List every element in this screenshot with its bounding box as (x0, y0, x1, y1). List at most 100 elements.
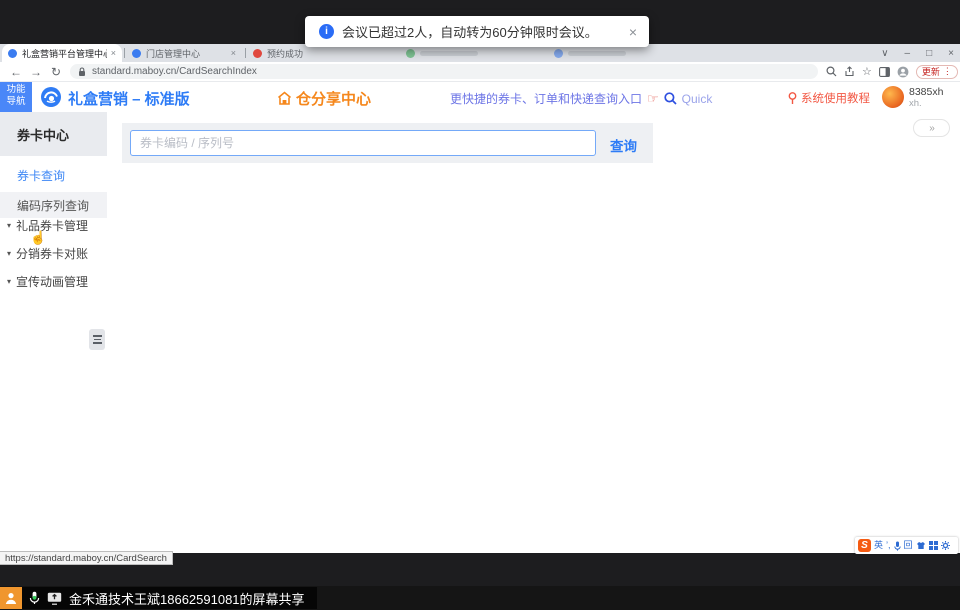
nav-toggle-line1: 功能 (0, 84, 32, 96)
chevron-down-icon[interactable]: ∨ (881, 48, 888, 59)
side-panel-icon[interactable] (879, 67, 890, 77)
main-content: 查询 » (107, 112, 960, 553)
site-favicon (8, 49, 17, 58)
mouse-hand-cursor: ☝ (30, 230, 46, 246)
quick-search-icon (664, 92, 677, 105)
tab-label: 预约成功 (267, 47, 347, 60)
link-status-tooltip: https://standard.maboy.cn/CardSearch (0, 551, 173, 565)
share-center-label: 仓分享中心 (296, 88, 371, 109)
address-bar[interactable]: standard.maboy.cn/CardSearchIndex (70, 64, 818, 79)
tutorial-link[interactable]: 系统使用教程 (788, 90, 870, 106)
sidebar-group-label: 礼品券卡管理 (16, 217, 88, 234)
chrome-update-chip[interactable]: 更新 ⋮ (916, 65, 958, 79)
browser-toolbar: ← → ↻ standard.maboy.cn/CardSearchIndex (0, 62, 960, 82)
toast-message: 会议已超过2人，自动转为60分钟限时会议。 (342, 22, 627, 41)
update-label: 更新 (922, 65, 940, 78)
tab-close-icon[interactable]: × (111, 48, 116, 58)
sidebar-group-gift-card-mgmt[interactable]: ▾ 礼品券卡管理 (0, 214, 107, 236)
function-nav-toggle[interactable]: 功能 导航 (0, 82, 32, 112)
toast-close-icon[interactable]: × (627, 24, 639, 40)
workspace: 券卡中心 券卡查询 编码序列查询 ▾ 礼品券卡管理 ▾ 分销券卡对账 ▾ (0, 112, 960, 553)
meeting-toast: i 会议已超过2人，自动转为60分钟限时会议。 × (305, 16, 649, 47)
tab-close-icon[interactable]: × (231, 48, 236, 58)
tab-label-obscured (420, 51, 478, 56)
tab-store-admin[interactable]: 门店管理中心 × (126, 44, 242, 62)
site-favicon (253, 49, 262, 58)
url-text: standard.maboy.cn/CardSearchIndex (92, 66, 257, 77)
back-icon[interactable]: ← (6, 65, 26, 79)
share-icon[interactable] (844, 66, 855, 77)
site-favicon (406, 49, 415, 58)
sidebar: 券卡中心 券卡查询 编码序列查询 ▾ 礼品券卡管理 ▾ 分销券卡对账 ▾ (0, 112, 107, 553)
lock-icon (78, 67, 86, 77)
search-panel: 查询 (122, 123, 653, 163)
restore-button[interactable]: □ (926, 48, 932, 59)
card-search-input[interactable] (130, 130, 596, 156)
screen-share-bar: 金禾通技术王斌18662591081的屏幕共享 (0, 587, 317, 609)
sidebar-item-label: 编码序列查询 (17, 197, 89, 214)
browser-window: 礼盒营销平台管理中心 × 门店管理中心 × 预约成功 (0, 44, 960, 553)
quick-entry-text: 更快捷的券卡、订单和快递查询入口 (450, 90, 642, 107)
sidebar-header: 券卡中心 (0, 112, 107, 156)
ime-language-mode-icon[interactable]: 英 (874, 541, 883, 550)
profile-avatar-icon[interactable] (897, 66, 909, 78)
mic-active-icon[interactable] (29, 591, 40, 605)
sogou-logo-icon[interactable]: S (858, 539, 871, 552)
zoom-icon[interactable] (826, 66, 837, 77)
minimize-button[interactable]: – (905, 48, 911, 59)
sidebar-collapse-handle[interactable] (89, 329, 105, 350)
caret-down-icon: ▾ (7, 277, 11, 286)
chevrons-right-icon: » (929, 123, 934, 134)
tab-label-obscured (568, 51, 626, 56)
caret-down-icon: ▾ (7, 221, 11, 230)
sidebar-group-label: 宣传动画管理 (16, 273, 88, 290)
site-favicon (132, 49, 141, 58)
screen-share-icon[interactable] (47, 592, 62, 605)
share-center-link[interactable]: 仓分享中心 (277, 88, 371, 109)
sidebar-group-promo-animation[interactable]: ▾ 宣传动画管理 (0, 270, 107, 292)
presenter-avatar-icon (0, 587, 22, 609)
toolbar-right-icons: ☆ 更新 ⋮ (826, 65, 958, 79)
ime-mic-icon[interactable] (894, 541, 901, 551)
user-name: 8385xh (909, 86, 943, 98)
nav-toggle-line2: 导航 (0, 96, 32, 108)
close-button[interactable]: × (948, 48, 954, 59)
ime-toolbox-grid-icon[interactable] (929, 541, 938, 550)
app-logo-icon (40, 86, 62, 108)
status-url-text: https://standard.maboy.cn/CardSearch (5, 553, 167, 564)
app-header: 功能 导航 礼盒营销 – 标准版 仓分享中心 更快捷的券卡、订单和快递查询入口 (0, 82, 960, 112)
right-panel-toggle[interactable]: » (913, 119, 950, 137)
window-controls: ∨ – □ × (881, 44, 954, 62)
ime-skin-icon[interactable] (916, 541, 926, 550)
sogou-ime-toolbar[interactable]: S 英 ’, 回 (855, 537, 958, 554)
share-bar-text: 金禾通技术王斌18662591081的屏幕共享 (69, 589, 305, 608)
ime-soft-keyboard-icon[interactable]: 回 (904, 541, 913, 550)
quick-entry-link[interactable]: 更快捷的券卡、订单和快递查询入口 ☞ Quick (450, 90, 712, 107)
user-subname: xh. (909, 98, 922, 109)
bookmark-star-icon[interactable]: ☆ (862, 65, 872, 78)
forward-icon[interactable]: → (26, 65, 46, 79)
tab-label: 礼盒营销平台管理中心 (22, 47, 107, 60)
quick-label: Quick (682, 92, 713, 106)
tab-separator (124, 48, 125, 58)
reload-icon[interactable]: ↻ (46, 65, 66, 79)
info-icon: i (319, 24, 334, 39)
caret-down-icon: ▾ (7, 249, 11, 258)
sidebar-item-label: 券卡查询 (17, 167, 65, 184)
ime-settings-gear-icon[interactable] (941, 541, 950, 550)
tab-label: 门店管理中心 (146, 47, 227, 60)
sidebar-item-card-search[interactable]: 券卡查询 (0, 162, 107, 188)
warehouse-icon (277, 91, 292, 106)
user-avatar[interactable] (882, 86, 904, 108)
tutorial-label: 系统使用教程 (801, 90, 870, 106)
kebab-menu-icon: ⋮ (943, 66, 952, 77)
search-button[interactable]: 查询 (610, 135, 637, 155)
app-title: 礼盒营销 – 标准版 (68, 88, 190, 109)
tab-gift-box-admin[interactable]: 礼盒营销平台管理中心 × (2, 44, 122, 62)
tab-separator (245, 48, 246, 58)
sidebar-group-label: 分销券卡对账 (16, 245, 88, 262)
sidebar-group-distribution-reconcile[interactable]: ▾ 分销券卡对账 (0, 242, 107, 264)
screen: 礼盒营销平台管理中心 × 门店管理中心 × 预约成功 (0, 0, 960, 610)
pin-icon (788, 92, 797, 105)
ime-punctuation-icon[interactable]: ’, (886, 541, 891, 550)
